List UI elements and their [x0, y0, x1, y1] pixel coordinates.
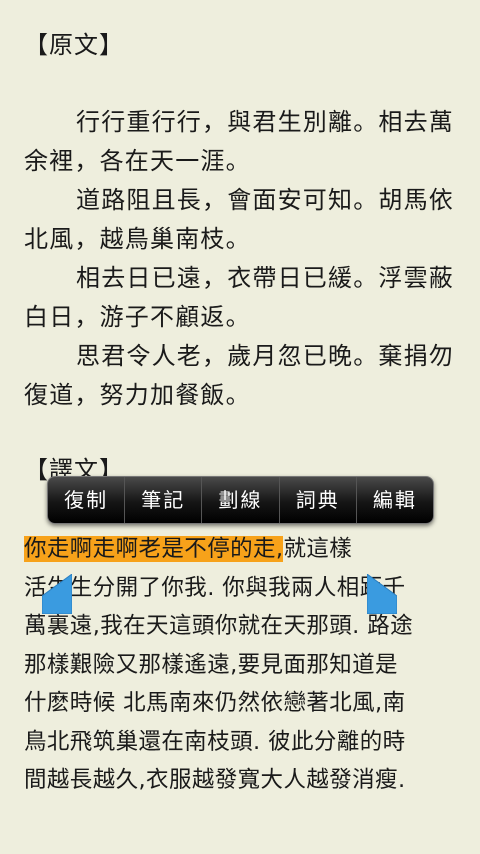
original-paragraph-3: 相去日已遠，衣帶日已緩。浮雲蔽白日，游子不顧返。 — [24, 264, 454, 331]
translation-line-6: 鳥北飛筑巢還在南枝頭. 彼此分離的時 — [24, 723, 464, 762]
line-text: 那樣艱險又那樣遙遠,要見面那知道是 — [24, 651, 398, 678]
underline-button[interactable]: 劃線 — [202, 477, 280, 523]
selection-start-handle-icon[interactable] — [42, 574, 72, 614]
line-text: 什麽時候 北馬南來仍然依戀著北風,南 — [24, 690, 406, 716]
translation-line-5: 什麽時候 北馬南來仍然依戀著北風,南 — [24, 684, 464, 723]
original-paragraph-2: 道路阻且長，會面安可知。胡馬依北風，越鳥巢南枝。 — [24, 186, 454, 253]
line-text: 間越長越久,衣服越發寬大人越發消瘦. — [24, 767, 406, 793]
line-text: 就這樣 — [283, 536, 353, 562]
original-paragraph-4: 思君令人老，歲月忽已晚。棄捐勿復道，努力加餐飯。 — [24, 342, 454, 409]
translation-line-1: 你走啊走啊老是不停的走,就這樣 — [24, 530, 464, 569]
note-button[interactable]: 筆記 — [125, 477, 203, 523]
reader-page: 【原文】 行行重行行，與君生別離。相去萬余裡，各在天一涯。 道路阻且長，會面安可… — [0, 0, 480, 854]
translation-line-2: 活生生分開了你我. 你與我兩人相距千 — [24, 569, 464, 608]
selected-text[interactable]: 你走啊走啊老是不停的走, — [24, 536, 284, 562]
copy-button[interactable]: 復制 — [48, 477, 126, 523]
original-heading: 【原文】 — [24, 31, 124, 59]
line-text: 萬裏遠,我在天這頭你就在天那頭. 路途 — [24, 613, 414, 639]
translation-line-3: 萬裏遠,我在天這頭你就在天那頭. 路途 — [24, 607, 464, 646]
line-text: 活生生分開了你我. 你與我兩人相距千 — [24, 574, 406, 601]
selection-end-handle-icon[interactable] — [367, 574, 397, 614]
edit-button[interactable]: 編輯 — [357, 477, 433, 523]
original-paragraph-1: 行行重行行，與君生別離。相去萬余裡，各在天一涯。 — [24, 108, 454, 175]
line-text: 鳥北飛筑巢還在南枝頭. 彼此分離的時 — [24, 728, 406, 755]
translation-line-7: 間越長越久,衣服越發寬大人越發消瘦. — [24, 761, 464, 800]
translation-line-4: 那樣艱險又那樣遙遠,要見面那知道是 — [24, 646, 464, 685]
selection-action-menu: 復制 筆記 劃線 詞典 編輯 — [47, 476, 434, 524]
dictionary-button[interactable]: 詞典 — [280, 477, 357, 523]
translation-text[interactable]: 你走啊走啊老是不停的走,就這樣 活生生分開了你我. 你與我兩人相距千 萬裏遠,我… — [24, 530, 464, 800]
